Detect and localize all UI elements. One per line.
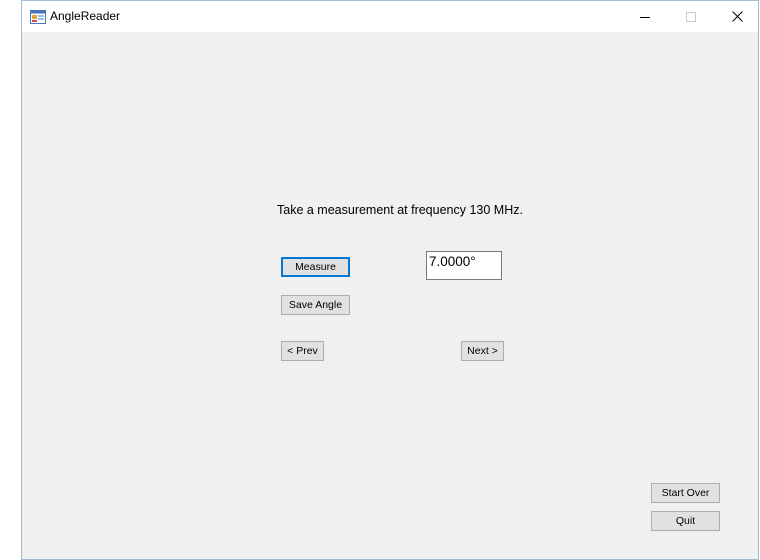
prev-button[interactable]: < Prev: [281, 341, 324, 361]
start-over-button[interactable]: Start Over: [651, 483, 720, 503]
title-bar[interactable]: AngleReader: [22, 1, 758, 32]
instruction-label: Take a measurement at frequency 130 MHz.: [277, 203, 523, 217]
next-button[interactable]: Next >: [461, 341, 504, 361]
window-title: AngleReader: [50, 9, 121, 23]
minimize-icon: [640, 16, 650, 18]
app-icon: [30, 10, 46, 24]
minimize-button[interactable]: [622, 1, 668, 32]
form-client-area: Take a measurement at frequency 130 MHz.…: [22, 32, 758, 559]
quit-button[interactable]: Quit: [651, 511, 720, 531]
app-window: AngleReader Take a measurement at freque…: [21, 0, 759, 560]
maximize-button[interactable]: [668, 1, 714, 32]
angle-value-field[interactable]: 7.0000°: [426, 251, 502, 280]
close-icon: [731, 11, 743, 22]
measure-button[interactable]: Measure: [281, 257, 350, 277]
save-angle-button[interactable]: Save Angle: [281, 295, 350, 315]
close-button[interactable]: [714, 1, 758, 32]
maximize-icon: [686, 11, 696, 22]
